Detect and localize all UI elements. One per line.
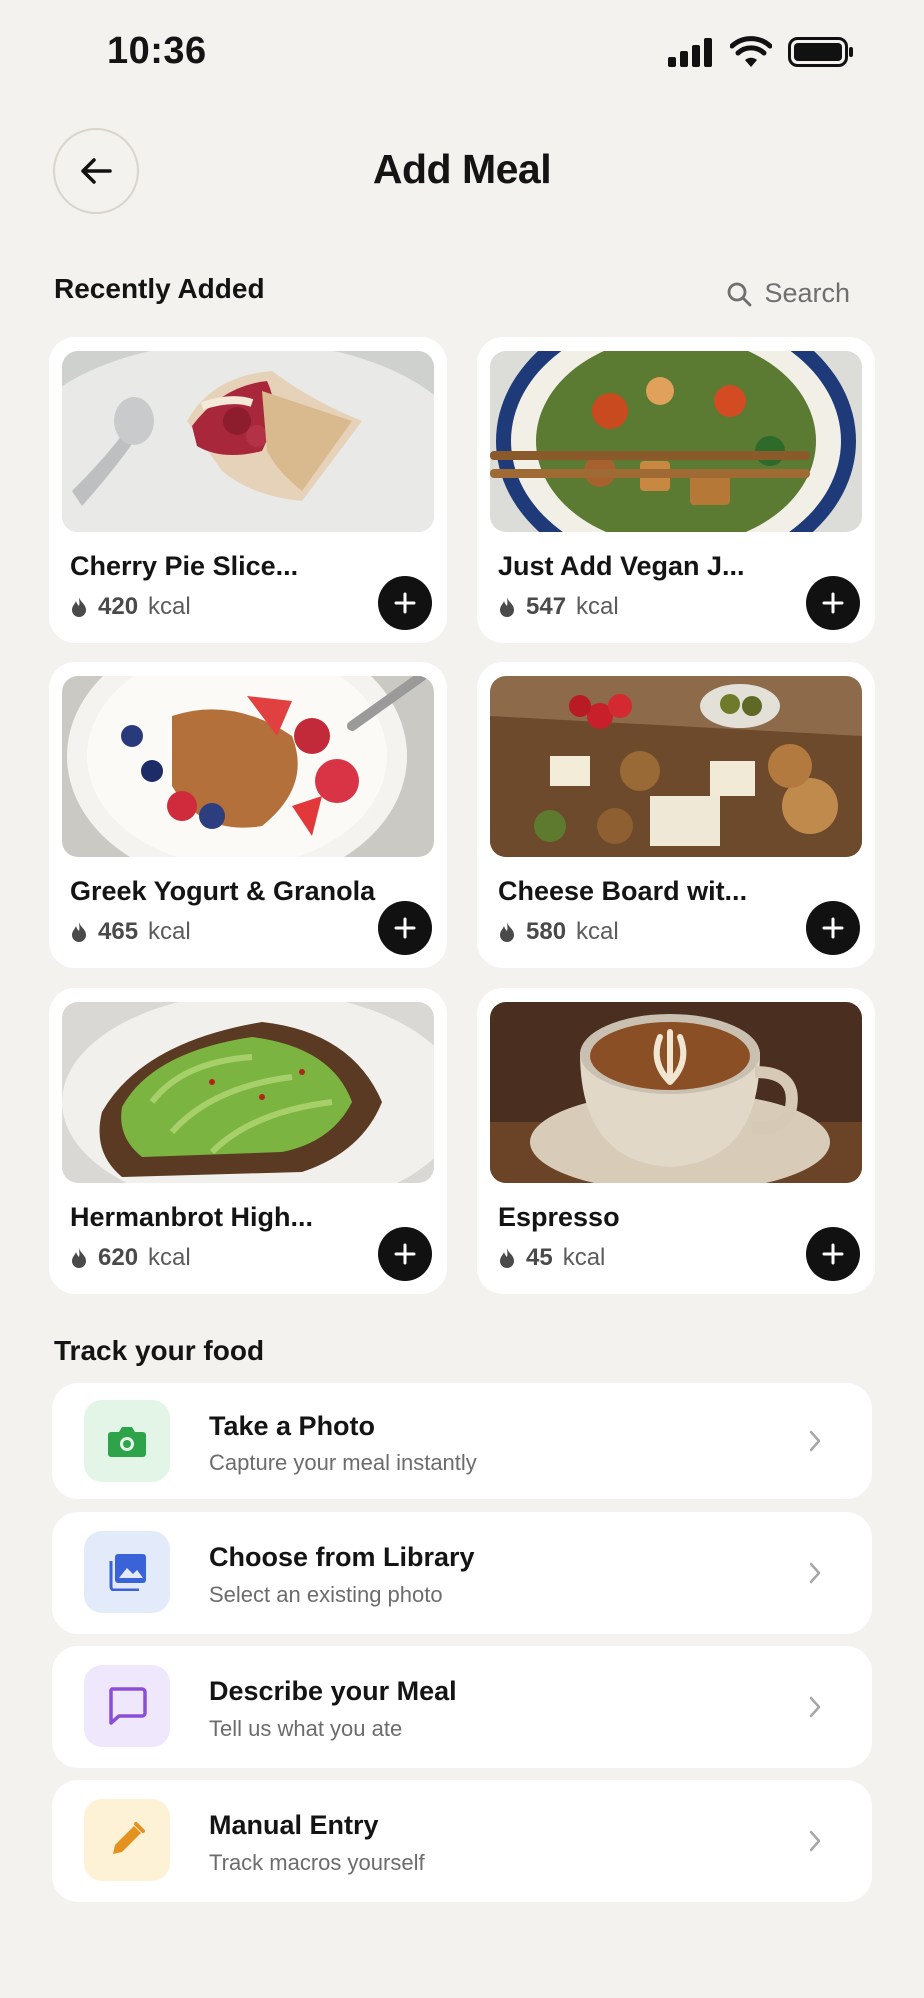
flame-icon (500, 597, 514, 617)
add-meal-button[interactable] (378, 576, 432, 630)
kcal-unit: kcal (562, 1244, 606, 1271)
track-option-description: Select an existing photo (209, 1582, 443, 1607)
camera-icon (108, 1427, 146, 1457)
chevron-right-icon (809, 1696, 821, 1718)
chat-icon (109, 1687, 147, 1725)
recently-added-title: Recently Added (54, 273, 265, 304)
cellular-signal-icon (668, 38, 712, 67)
avocado-toast-photo (62, 1002, 434, 1183)
plus-icon (394, 1243, 416, 1265)
plus-icon (394, 917, 416, 939)
meal-name: Cherry Pie Slice... (70, 551, 299, 581)
flame-icon (72, 922, 86, 942)
kcal-value: 420 (98, 593, 139, 620)
manual-entry-icon-tile (84, 1799, 170, 1881)
meal-calories: 620 kcal (70, 1244, 191, 1272)
cheese-board-photo (490, 676, 862, 857)
flame-icon (72, 597, 86, 617)
meal-card-vegan[interactable]: Just Add Vegan J... 547 kcal (477, 337, 875, 643)
chevron-right-icon (809, 1562, 821, 1584)
meal-calories: 547 kcal (498, 593, 619, 621)
track-option-label: Take a Photo (209, 1411, 376, 1441)
meal-calories: 580 kcal (498, 918, 619, 946)
add-meal-button[interactable] (806, 576, 860, 630)
plus-icon (822, 1243, 844, 1265)
kcal-unit: kcal (148, 918, 191, 945)
chevron-right-icon (809, 1430, 821, 1452)
track-option-label: Choose from Library (209, 1542, 475, 1572)
meal-name: Espresso (498, 1202, 620, 1232)
add-meal-screen: 10:36 Add Meal Recently Added Search Che… (0, 0, 924, 1998)
search-icon (728, 282, 752, 306)
meal-calories: 465 kcal (70, 918, 191, 946)
status-time: 10:36 (107, 30, 207, 72)
add-meal-button[interactable] (378, 901, 432, 955)
kcal-unit: kcal (576, 593, 619, 620)
flame-icon (500, 1248, 514, 1268)
meal-card-hermanbrot[interactable]: Hermanbrot High... 620 kcal (49, 988, 447, 1294)
page-title: Add Meal (372, 146, 552, 192)
add-meal-button[interactable] (806, 1227, 860, 1281)
track-option-description: Capture your meal instantly (209, 1450, 477, 1475)
meal-card-cherry-pie[interactable]: Cherry Pie Slice... 420 kcal (49, 337, 447, 643)
espresso-photo (490, 1002, 862, 1183)
status-icons (668, 36, 854, 68)
kcal-value: 465 (98, 918, 139, 945)
meal-calories: 45 kcal (498, 1244, 605, 1272)
describe-meal-option[interactable]: Describe your Meal Tell us what you ate (52, 1646, 872, 1768)
kcal-unit: kcal (148, 593, 191, 620)
kcal-value: 580 (526, 918, 567, 945)
meal-name: Just Add Vegan J... (498, 551, 745, 581)
gallery-icon (109, 1554, 146, 1591)
pencil-icon (113, 1822, 145, 1854)
kcal-value: 45 (526, 1244, 553, 1271)
kcal-value: 547 (526, 593, 567, 620)
add-meal-button[interactable] (806, 901, 860, 955)
battery-icon (788, 37, 853, 67)
kcal-unit: kcal (576, 918, 619, 945)
track-option-label: Manual Entry (209, 1810, 379, 1840)
meal-name: Hermanbrot High... (70, 1202, 314, 1232)
cherry-pie-photo (62, 351, 434, 532)
track-option-description: Track macros yourself (209, 1850, 425, 1875)
plus-icon (822, 917, 844, 939)
track-option-description: Tell us what you ate (209, 1716, 403, 1741)
greek-yogurt-photo (62, 676, 434, 857)
search-label: Search (764, 278, 850, 308)
take-photo-option[interactable]: Take a Photo Capture your meal instantly (52, 1383, 872, 1499)
flame-icon (500, 922, 514, 942)
vegan-bowl-photo (490, 351, 862, 532)
chevron-right-icon (809, 1830, 821, 1852)
manual-entry-option[interactable]: Manual Entry Track macros yourself (52, 1780, 872, 1902)
track-food-title: Track your food (54, 1335, 265, 1366)
meal-name: Cheese Board wit... (498, 876, 748, 906)
meal-card-espresso[interactable]: Espresso 45 kcal (477, 988, 875, 1294)
kcal-unit: kcal (148, 1244, 191, 1271)
track-option-label: Describe your Meal (209, 1676, 457, 1706)
flame-icon (72, 1248, 86, 1268)
meal-card-greek-yogurt[interactable]: Greek Yogurt & Granola 465 kcal (49, 662, 447, 968)
meal-name: Greek Yogurt & Granola (70, 876, 376, 906)
plus-icon (822, 592, 844, 614)
kcal-value: 620 (98, 1244, 139, 1271)
meal-card-cheese-board[interactable]: Cheese Board wit... 580 kcal (477, 662, 875, 968)
search-button[interactable]: Search (726, 278, 850, 309)
choose-library-option[interactable]: Choose from Library Select an existing p… (52, 1512, 872, 1634)
library-icon-tile (84, 1531, 170, 1613)
meal-calories: 420 kcal (70, 593, 191, 621)
take-photo-icon-tile (84, 1400, 170, 1482)
describe-icon-tile (84, 1665, 170, 1747)
plus-icon (394, 592, 416, 614)
add-meal-button[interactable] (378, 1227, 432, 1281)
wifi-icon (730, 36, 772, 67)
